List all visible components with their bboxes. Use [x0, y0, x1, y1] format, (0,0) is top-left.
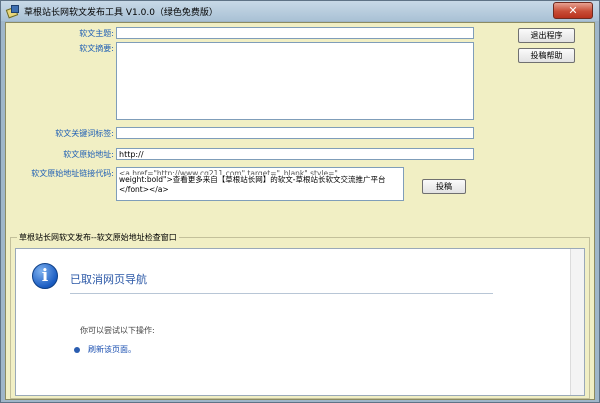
source-url-label: 软文原始地址:: [63, 150, 114, 159]
vertical-scrollbar[interactable]: [570, 249, 584, 395]
summary-label: 软文摘要:: [79, 44, 114, 53]
refresh-page-link[interactable]: 刷新该页面。: [88, 344, 136, 355]
main-panel: 软文主题: 软文摘要: 软文关键词标签: 软文原始地址: http:// 软文原…: [5, 22, 595, 400]
divider: [70, 293, 493, 294]
link-code-line: weight:bold">查看更多来自【草根站长网】的软文-草根站长软文交流推广…: [119, 175, 386, 184]
help-button[interactable]: 投稿帮助: [518, 48, 575, 63]
exit-button[interactable]: 退出程序: [518, 28, 575, 43]
navigation-cancelled-title: 已取消网页导航: [70, 273, 147, 286]
link-code-label: 软文原始地址链接代码:: [31, 169, 114, 178]
bullet-icon: [74, 347, 80, 353]
window-title: 草根站长网软文发布工具 V1.0.0（绿色免费版）: [24, 7, 218, 18]
summary-textarea[interactable]: [116, 42, 474, 120]
submit-button[interactable]: 投稿: [422, 179, 466, 194]
suggestion-text: 你可以尝试以下操作:: [80, 326, 155, 335]
title-bar: 草根站长网软文发布工具 V1.0.0（绿色免费版） ✕: [1, 1, 599, 21]
keywords-input[interactable]: [116, 127, 474, 139]
app-icon: [6, 5, 19, 17]
source-url-input[interactable]: http://: [116, 148, 474, 160]
link-code-line: </font></a>: [119, 185, 169, 194]
check-window-group: 草根站长网软文发布--软文原始地址检查窗口 i 已取消网页导航 你可以尝试以下操…: [10, 232, 590, 399]
subject-input[interactable]: [116, 27, 474, 39]
link-code-textarea[interactable]: <a href="http://www.cg211.com" target="_…: [116, 167, 404, 201]
close-button[interactable]: ✕: [553, 2, 593, 19]
keywords-label: 软文关键词标签:: [55, 129, 114, 138]
app-window: 草根站长网软文发布工具 V1.0.0（绿色免费版） ✕ 软文主题: 软文摘要: …: [0, 0, 600, 403]
info-icon: i: [32, 263, 58, 289]
embedded-browser: i 已取消网页导航 你可以尝试以下操作: 刷新该页面。: [15, 248, 585, 396]
check-window-title: 草根站长网软文发布--软文原始地址检查窗口: [17, 232, 179, 243]
subject-label: 软文主题:: [79, 29, 114, 38]
